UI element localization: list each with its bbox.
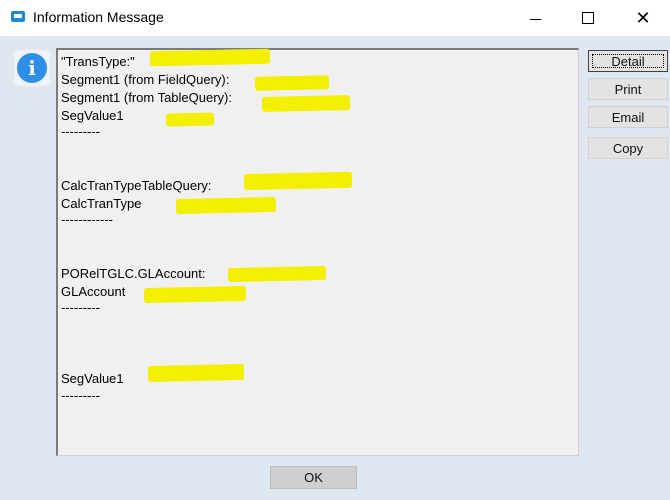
message-line: --------- (61, 388, 100, 403)
minimize-button[interactable] (512, 0, 558, 36)
redaction-highlight (143, 285, 247, 304)
maximize-button[interactable] (565, 0, 611, 36)
redaction-highlight (243, 171, 353, 191)
info-icon: i (17, 53, 47, 83)
redaction-highlight (165, 112, 215, 127)
message-line: ------------ (61, 212, 113, 227)
minimize-icon (529, 18, 541, 20)
email-button[interactable]: Email (588, 106, 668, 128)
print-button-label: Print (614, 81, 642, 97)
message-line: GLAccount (61, 284, 126, 299)
info-icon-container: i (14, 50, 50, 86)
app-window-icon (11, 11, 25, 22)
message-line: --------- (61, 300, 100, 315)
message-line: --------- (61, 124, 100, 139)
message-text-area[interactable]: "TransType:" Segment1 (from FieldQuery):… (56, 48, 579, 456)
window-title: Information Message (33, 9, 164, 25)
maximize-icon (582, 12, 594, 24)
redaction-highlight (149, 48, 271, 67)
focus-rectangle (592, 54, 664, 68)
message-line: SegValue1 (61, 108, 124, 123)
redaction-highlight (227, 265, 327, 283)
message-line: CalcTranTypeTableQuery: (61, 178, 212, 193)
print-button[interactable]: Print (588, 78, 668, 100)
email-button-label: Email (611, 109, 645, 125)
detail-button[interactable]: Detail (588, 50, 668, 72)
redaction-highlight (147, 363, 245, 383)
message-line: PORelTGLC.GLAccount: (61, 266, 206, 281)
message-line: SegValue1 (61, 371, 124, 386)
close-icon: ✕ (635, 7, 651, 29)
ok-button[interactable]: OK (270, 466, 357, 489)
ok-button-label: OK (304, 470, 323, 485)
message-line: Segment1 (from FieldQuery): (61, 72, 230, 87)
redaction-highlight (175, 196, 277, 215)
message-line: CalcTranType (61, 196, 142, 211)
copy-button[interactable]: Copy (588, 137, 668, 159)
message-line: Segment1 (from TableQuery): (61, 90, 232, 105)
title-bar: Information Message ✕ (0, 0, 670, 36)
redaction-highlight (261, 95, 351, 112)
close-button[interactable]: ✕ (620, 0, 666, 36)
copy-button-label: Copy (612, 140, 644, 156)
message-line: "TransType:" (61, 54, 135, 69)
redaction-highlight (254, 75, 330, 91)
